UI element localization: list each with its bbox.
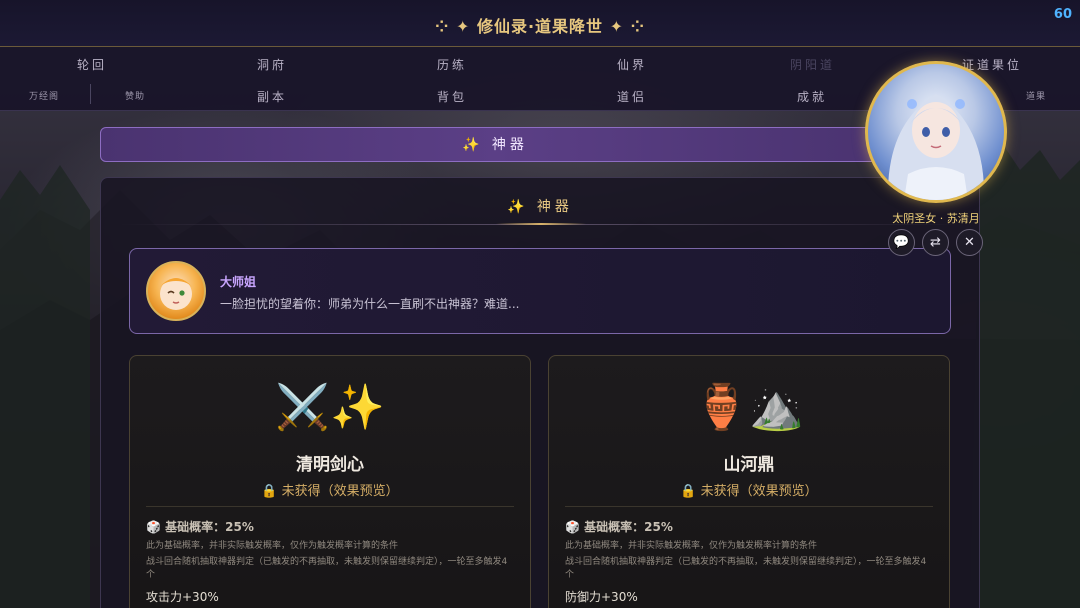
nav-wanjingge[interactable]: 万经阁: [29, 89, 59, 102]
artifact-base-rate: 🎲 基础概率：25%: [565, 520, 673, 534]
nav-beibao[interactable]: 背包: [437, 88, 467, 105]
nav-chengjiu[interactable]: 成就: [797, 88, 827, 105]
artifact-panel: ✨ 神器 大师姐 一脸担忧的望着你：师弟为什么一直刷不出神器？难道... ⚔️✨…: [100, 177, 980, 608]
artifact-rule-note: 战斗回合随机抽取神器判定（已触发的不再抽取，未触发则保留继续判定），一轮至多触发…: [565, 557, 927, 580]
close-icon[interactable]: ✕: [956, 229, 983, 256]
artifact-name: 清明剑心: [296, 455, 364, 475]
companion-name: 太阴圣女 · 苏清月: [892, 212, 980, 225]
artifact-base-rate: 🎲 基础概率：25%: [146, 520, 254, 534]
nav-zanzhu[interactable]: 赞助: [125, 89, 145, 102]
nav-lilian[interactable]: 历练: [437, 56, 467, 73]
nav-yinyangdao[interactable]: 阴阳道: [790, 56, 835, 73]
section-banner[interactable]: ✨ 神器: [100, 127, 890, 162]
top-bar: ⁘ ✦ 修仙录·道果降世 ✦ ⁘ 60: [0, 0, 1080, 47]
artifact-rule-note: 战斗回合随机抽取神器判定（已触发的不再抽取，未触发则保留继续判定），一轮至多触发…: [146, 557, 508, 580]
nav-daoguo[interactable]: 道果: [1026, 89, 1046, 102]
nav-lunhui[interactable]: 轮回: [77, 56, 107, 73]
artifact-effect: 防御力+30%: [565, 590, 638, 604]
artifact-card-shanheding[interactable]: 🏺⛰️ 山河鼎 🔒 未获得（效果预览） 🎲 基础概率：25% 此为基础概率，并非…: [548, 355, 950, 608]
npc-dialog: 大师姐 一脸担忧的望着你：师弟为什么一直刷不出神器？难道...: [129, 248, 951, 334]
nav-dongfu[interactable]: 洞府: [257, 56, 287, 73]
companion-portrait[interactable]: [865, 61, 1007, 203]
artifact-rate-note: 此为基础概率，并非实际触发概率，仅作为触发概率计算的条件: [146, 541, 399, 551]
artifact-icon-cauldron: 🏺⛰️: [694, 382, 804, 433]
game-title: ⁘ ✦ 修仙录·道果降世 ✦ ⁘: [435, 17, 645, 36]
artifact-status: 🔒 未获得（效果预览）: [261, 484, 399, 499]
swap-icon[interactable]: ⇄: [922, 229, 949, 256]
nav-fuben[interactable]: 副本: [257, 88, 287, 105]
chat-icon[interactable]: 💬: [888, 229, 915, 256]
artifact-name: 山河鼎: [723, 455, 775, 475]
panel-divider-accent: [496, 223, 586, 225]
nav-daolv[interactable]: 道侣: [617, 88, 647, 105]
panel-title: ✨ 神器: [507, 199, 573, 215]
artifact-icon-swords: ⚔️✨: [275, 382, 385, 433]
artifact-card-qingming[interactable]: ⚔️✨ 清明剑心 🔒 未获得（效果预览） 🎲 基础概率：25% 此为基础概率，并…: [129, 355, 531, 608]
card-divider: [565, 506, 933, 507]
artifact-status: 🔒 未获得（效果预览）: [680, 484, 818, 499]
card-divider: [146, 506, 514, 507]
dialog-speaker: 大师姐: [220, 275, 257, 289]
dialog-text: 一脸担忧的望着你：师弟为什么一直刷不出神器？难道...: [220, 297, 520, 311]
fps-counter: 60: [1053, 7, 1072, 22]
senior-sister-avatar: [146, 261, 206, 321]
artifact-effect: 攻击力+30%: [146, 590, 219, 604]
nav-divider: [90, 84, 91, 104]
artifact-rate-note: 此为基础概率，并非实际触发概率，仅作为触发概率计算的条件: [565, 541, 818, 551]
nav-xianjie[interactable]: 仙界: [617, 56, 647, 73]
